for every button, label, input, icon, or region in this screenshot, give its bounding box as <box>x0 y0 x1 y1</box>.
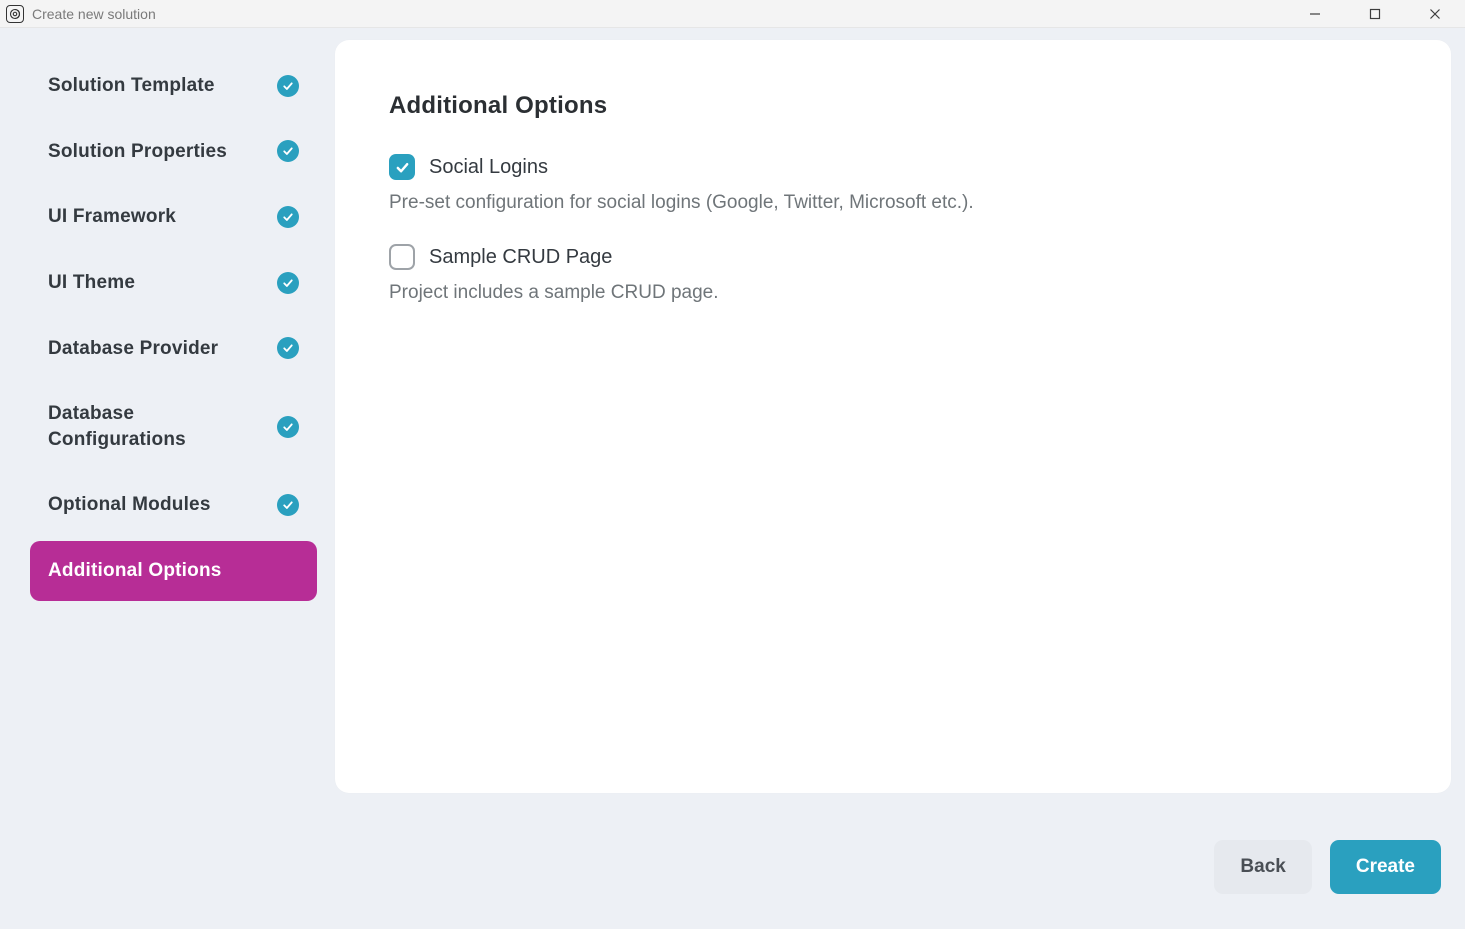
step-solution-properties[interactable]: Solution Properties <box>30 122 317 182</box>
step-additional-options[interactable]: Additional Options <box>30 541 317 601</box>
app-icon <box>6 5 24 23</box>
option-title: Sample CRUD Page <box>429 246 612 269</box>
main-panel: Additional Options Social Logins Pre-set… <box>335 40 1451 793</box>
step-ui-theme[interactable]: UI Theme <box>30 253 317 313</box>
step-solution-template[interactable]: Solution Template <box>30 56 317 116</box>
checkbox-social-logins[interactable] <box>389 154 415 180</box>
titlebar: Create new solution <box>0 0 1465 28</box>
create-button[interactable]: Create <box>1330 840 1441 894</box>
window-controls <box>1285 0 1465 27</box>
check-icon <box>277 272 299 294</box>
close-button[interactable] <box>1405 0 1465 27</box>
step-database-provider[interactable]: Database Provider <box>30 319 317 379</box>
wizard-footer: Back Create <box>0 805 1465 929</box>
option-sample-crud-page: Sample CRUD Page Project includes a samp… <box>389 244 1397 304</box>
step-ui-framework[interactable]: UI Framework <box>30 187 317 247</box>
step-label: UI Framework <box>48 204 176 230</box>
option-description: Pre-set configuration for social logins … <box>389 192 1397 214</box>
check-icon <box>277 75 299 97</box>
check-icon <box>277 140 299 162</box>
option-social-logins: Social Logins Pre-set configuration for … <box>389 154 1397 214</box>
step-database-configurations[interactable]: Database Configurations <box>30 384 317 469</box>
step-label: Optional Modules <box>48 492 211 518</box>
page-title: Additional Options <box>389 92 1397 120</box>
checkbox-sample-crud-page[interactable] <box>389 244 415 270</box>
check-icon <box>277 494 299 516</box>
step-label: Solution Template <box>48 73 215 99</box>
step-label: Additional Options <box>48 558 222 584</box>
step-label: Database Configurations <box>48 401 243 452</box>
step-label: UI Theme <box>48 270 135 296</box>
option-description: Project includes a sample CRUD page. <box>389 282 1397 304</box>
check-icon <box>277 206 299 228</box>
back-button[interactable]: Back <box>1214 840 1311 894</box>
step-label: Solution Properties <box>48 139 227 165</box>
step-optional-modules[interactable]: Optional Modules <box>30 475 317 535</box>
minimize-button[interactable] <box>1285 0 1345 27</box>
step-label: Database Provider <box>48 336 218 362</box>
window-title: Create new solution <box>32 6 156 22</box>
check-icon <box>277 337 299 359</box>
check-icon <box>277 416 299 438</box>
maximize-button[interactable] <box>1345 0 1405 27</box>
option-title: Social Logins <box>429 156 548 179</box>
wizard-steps-sidebar: Solution Template Solution Properties UI… <box>0 28 335 805</box>
